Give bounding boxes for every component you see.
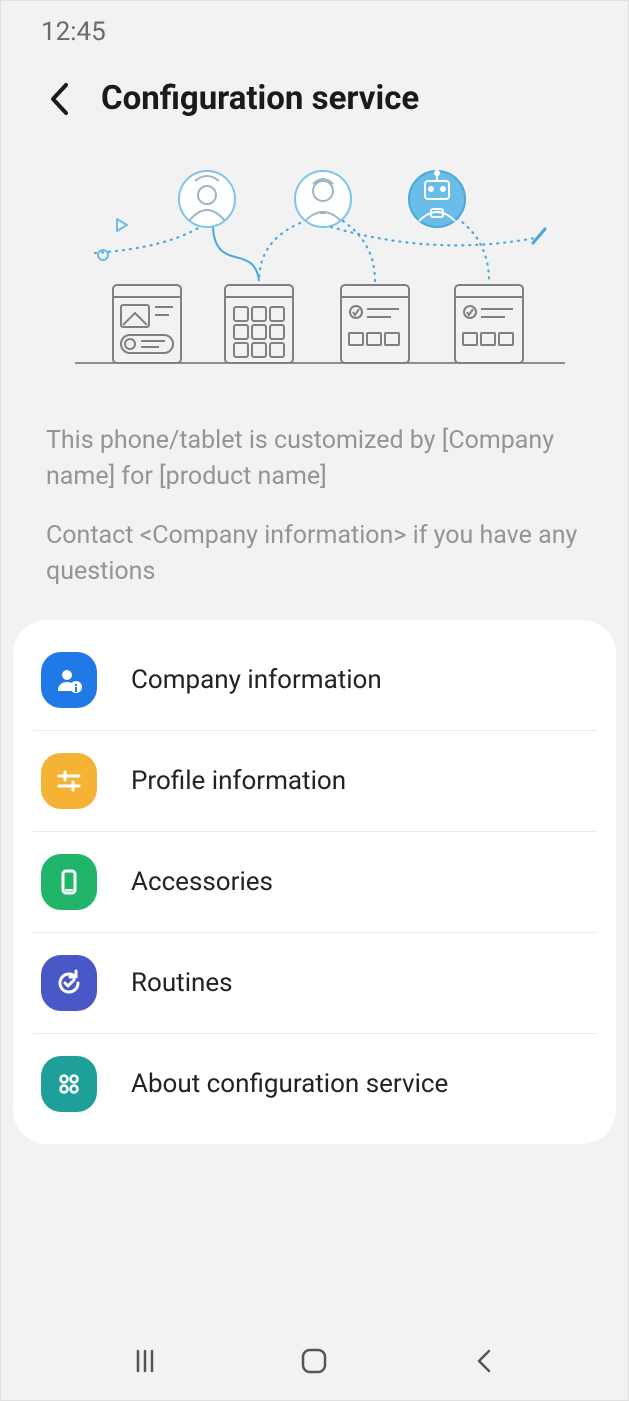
menu-item-label: Profile information [131, 766, 346, 796]
back-nav-button[interactable] [464, 1341, 504, 1381]
menu-item-company-information[interactable]: Company information [33, 630, 596, 731]
status-time: 12:45 [41, 17, 106, 47]
home-icon [299, 1346, 329, 1376]
back-button[interactable] [41, 81, 77, 117]
sliders-icon [41, 753, 97, 809]
refresh-check-icon [41, 955, 97, 1011]
menu-item-label: Company information [131, 665, 382, 695]
home-button[interactable] [294, 1341, 334, 1381]
app-header: Configuration service [1, 49, 628, 138]
recents-button[interactable] [125, 1341, 165, 1381]
menu-item-about[interactable]: About configuration service [33, 1034, 596, 1134]
menu-item-accessories[interactable]: Accessories [33, 832, 596, 933]
menu-item-profile-information[interactable]: Profile information [33, 731, 596, 832]
chevron-left-icon [473, 1346, 495, 1376]
description-block: This phone/tablet is customized by [Comp… [1, 383, 628, 620]
recents-icon [131, 1347, 159, 1375]
page-title: Configuration service [101, 79, 419, 118]
phone-shape-icon [41, 854, 97, 910]
system-nav-bar [0, 1321, 629, 1401]
menu-item-label: Routines [131, 968, 233, 998]
description-line-1: This phone/tablet is customized by [Comp… [46, 423, 583, 496]
menu-card: Company information Profile information … [13, 620, 616, 1144]
hero-illustration [1, 138, 628, 383]
menu-item-label: Accessories [131, 867, 273, 897]
chevron-left-icon [48, 82, 70, 116]
menu-item-label: About configuration service [131, 1069, 448, 1099]
four-dots-icon [41, 1056, 97, 1112]
description-line-2: Contact <Company information> if you hav… [46, 518, 583, 591]
person-info-icon [41, 652, 97, 708]
status-bar: 12:45 [1, 1, 628, 49]
devices-illustration [55, 163, 575, 383]
menu-item-routines[interactable]: Routines [33, 933, 596, 1034]
